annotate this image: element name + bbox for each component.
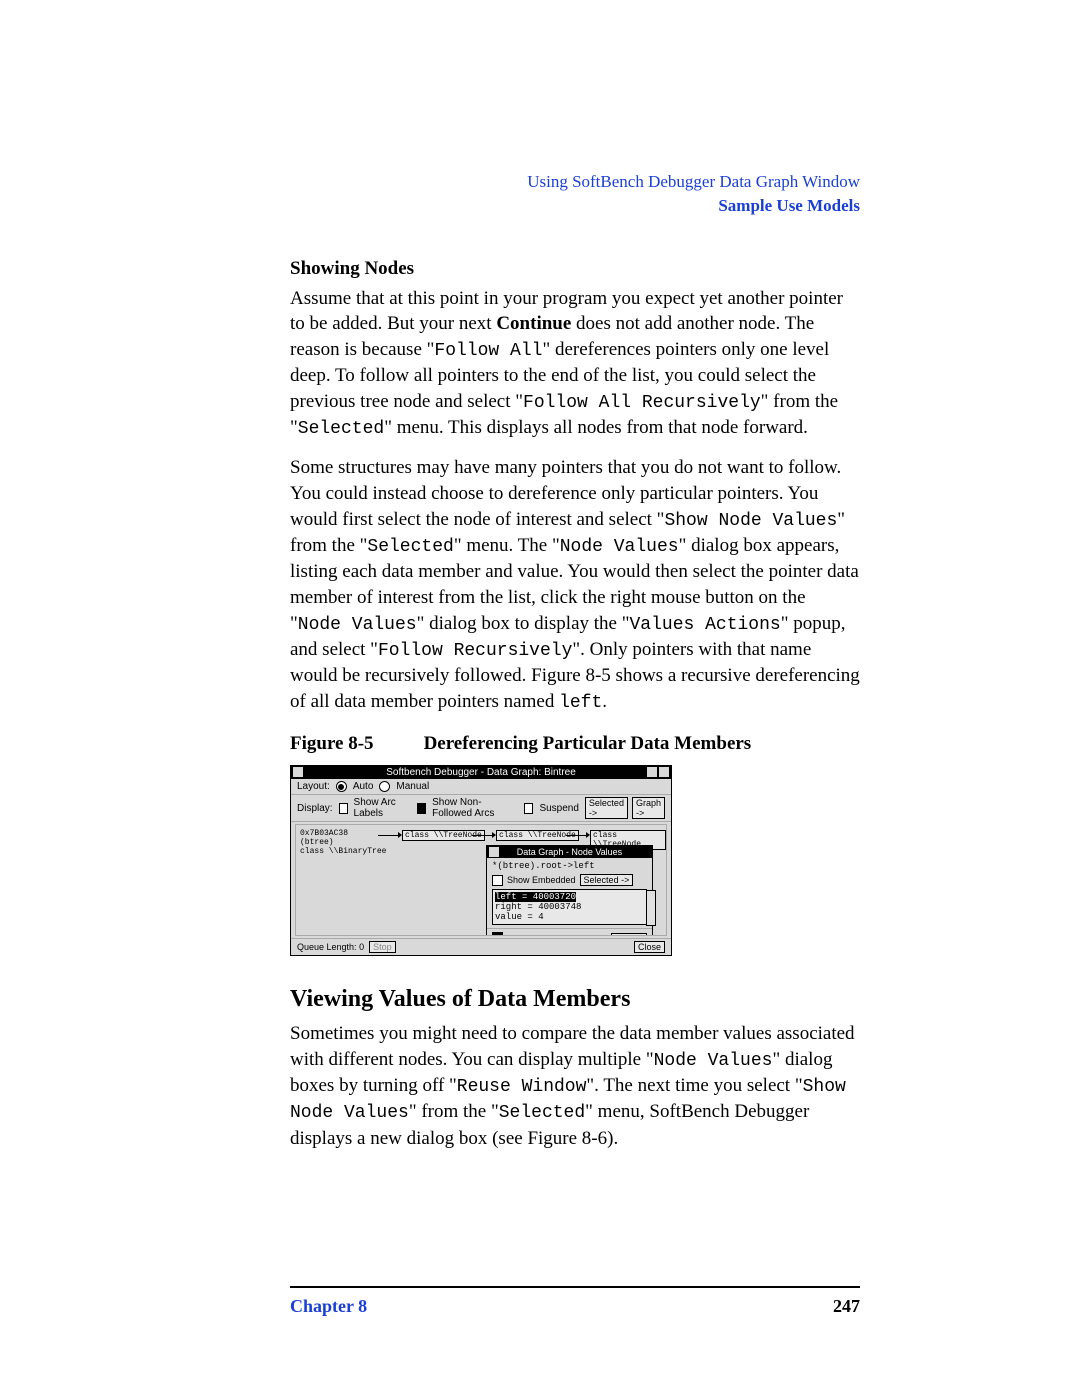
layout-row: Layout: Auto Manual	[291, 779, 671, 795]
dialog-expression: *(btree).root->left	[492, 861, 647, 871]
figure-title: Dereferencing Particular Data Members	[424, 733, 752, 755]
window-controls[interactable]	[647, 767, 669, 777]
text: ". The next time you select "	[586, 1075, 802, 1096]
label-show-arc: Show Arc Labels	[354, 797, 412, 819]
page: Using SoftBench Debugger Data Graph Wind…	[0, 0, 1080, 1397]
members-listbox[interactable]: left = 40003720 right = 40003748 value =…	[492, 889, 647, 925]
window-title: Softbench Debugger - Data Graph: Bintree	[386, 767, 576, 778]
text: " menu. The "	[454, 535, 560, 556]
showing-nodes-heading: Showing Nodes	[290, 258, 860, 280]
node-class: class \\BinaryTree	[300, 847, 386, 856]
system-menu-icon[interactable]	[489, 847, 499, 857]
code-node-values: Node Values	[654, 1051, 773, 1071]
figure-window: Softbench Debugger - Data Graph: Bintree…	[290, 765, 672, 956]
paragraph-1: Assume that at this point in your progra…	[290, 286, 860, 442]
status-row: Queue Length: 0 Stop Close	[291, 938, 671, 955]
text: .	[602, 691, 607, 712]
layout-label: Layout:	[297, 781, 330, 792]
code-node-values: Node Values	[298, 615, 417, 635]
paragraph-3: Sometimes you might need to compare the …	[290, 1021, 860, 1151]
label-manual: Manual	[396, 781, 429, 792]
text: " menu. This displays all nodes from tha…	[384, 417, 808, 438]
graph-canvas[interactable]: 0x7B03AC38 (btree) class \\BinaryTree cl…	[295, 824, 667, 936]
arrow-icon	[472, 835, 492, 836]
code-follow-all: Follow All	[434, 341, 542, 361]
viewing-values-heading: Viewing Values of Data Members	[290, 986, 860, 1013]
dialog-footer: Reuse Window Cancel	[487, 928, 652, 936]
code-show-node-values: Show Node Values	[664, 511, 837, 531]
dialog-titlebar[interactable]: Data Graph - Node Values	[487, 846, 652, 858]
code-selected: Selected	[367, 537, 453, 557]
chapter-label: Chapter 8	[290, 1296, 367, 1317]
queue-label: Queue Length:	[297, 942, 357, 952]
checkbox-show-embedded[interactable]	[492, 875, 503, 886]
system-menu-icon[interactable]	[293, 767, 303, 777]
text: " from the "	[409, 1101, 499, 1122]
dialog-title: Data Graph - Node Values	[517, 847, 622, 857]
page-number: 247	[833, 1296, 860, 1317]
code-node-values: Node Values	[560, 537, 679, 557]
page-footer: Chapter 8 247	[290, 1286, 860, 1317]
radio-manual[interactable]	[379, 781, 390, 792]
arrow-icon	[566, 835, 586, 836]
scrollbar[interactable]	[646, 890, 656, 926]
code-selected: Selected	[499, 1103, 585, 1123]
checkbox-show-arc[interactable]	[339, 803, 348, 814]
header-line-2: Sample Use Models	[290, 194, 860, 218]
selected-menu-button[interactable]: Selected ->	[585, 797, 628, 819]
figure-caption: Figure 8-5 Dereferencing Particular Data…	[290, 733, 860, 755]
window-titlebar[interactable]: Softbench Debugger - Data Graph: Bintree	[291, 766, 671, 779]
code-follow-recursively: Follow Recursively	[378, 641, 572, 661]
dialog-body: *(btree).root->left Show Embedded Select…	[487, 858, 652, 928]
label-auto: Auto	[353, 781, 374, 792]
list-item-right[interactable]: right = 40003748	[495, 902, 644, 912]
arrow-icon	[378, 835, 398, 836]
checkbox-show-nonfollowed[interactable]	[417, 803, 426, 814]
code-selected: Selected	[298, 419, 384, 439]
continue-keyword: Continue	[496, 313, 571, 334]
code-left: left	[559, 693, 602, 713]
code-reuse-window: Reuse Window	[457, 1077, 587, 1097]
label-suspend: Suspend	[539, 803, 578, 814]
checkbox-reuse-window[interactable]	[492, 932, 503, 936]
header-line-1: Using SoftBench Debugger Data Graph Wind…	[290, 170, 860, 194]
code-follow-all-recursively: Follow All Recursively	[523, 393, 761, 413]
checkbox-suspend[interactable]	[524, 803, 533, 814]
code-values-actions: Values Actions	[629, 615, 780, 635]
stop-button[interactable]: Stop	[369, 941, 396, 953]
figure-label: Figure 8-5	[290, 733, 374, 755]
display-label: Display:	[297, 803, 333, 814]
list-item-left[interactable]: left = 40003720	[495, 892, 576, 902]
root-node[interactable]: 0x7B03AC38 (btree) class \\BinaryTree	[300, 829, 386, 856]
node-addr: 0x7B03AC38	[300, 829, 386, 838]
dialog-selected-button[interactable]: Selected ->	[580, 874, 634, 886]
queue-value: 0	[359, 942, 364, 952]
label-show-embedded: Show Embedded	[507, 875, 576, 885]
node-values-dialog: Data Graph - Node Values *(btree).root->…	[486, 845, 653, 936]
list-item-value[interactable]: value = 4	[495, 912, 644, 922]
node-var: (btree)	[300, 838, 386, 847]
radio-auto[interactable]	[336, 781, 347, 792]
label-show-nonfollowed: Show Non-Followed Arcs	[432, 797, 518, 819]
cancel-button[interactable]: Cancel	[611, 933, 647, 937]
running-header: Using SoftBench Debugger Data Graph Wind…	[290, 170, 860, 218]
graph-menu-button[interactable]: Graph ->	[632, 797, 665, 819]
text: " dialog box to display the "	[417, 613, 630, 634]
paragraph-2: Some structures may have many pointers t…	[290, 455, 860, 715]
label-reuse-window: Reuse Window	[506, 935, 567, 936]
display-row: Display: Show Arc Labels Show Non-Follow…	[291, 795, 671, 822]
close-button[interactable]: Close	[634, 941, 665, 953]
